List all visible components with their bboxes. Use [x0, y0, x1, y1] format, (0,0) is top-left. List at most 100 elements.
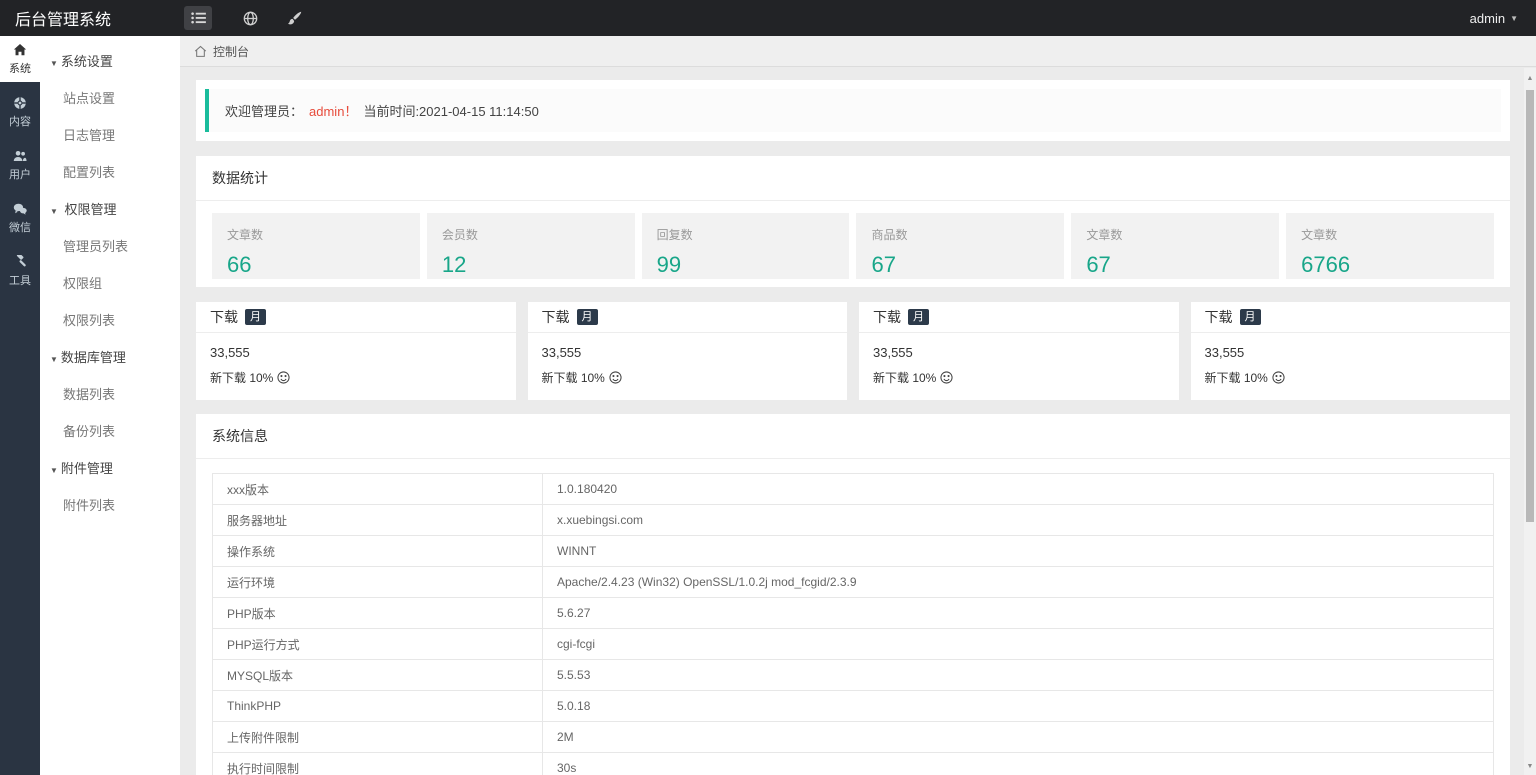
- row-value: 30s: [542, 752, 1494, 775]
- globe-icon: [243, 11, 258, 26]
- stat-card-articles-3: 文章数 6766: [1286, 213, 1494, 279]
- menu-group-label: 权限管理: [64, 202, 117, 217]
- breadcrumb-label[interactable]: 控制台: [213, 43, 249, 60]
- download-value: 33,555: [541, 345, 582, 360]
- menu-group-attachments[interactable]: ▼ 附件管理: [40, 449, 180, 486]
- month-badge[interactable]: 月: [576, 308, 598, 326]
- stat-label: 文章数: [1086, 228, 1123, 242]
- row-label: 上传附件限制: [212, 721, 543, 753]
- brush-button[interactable]: [272, 6, 316, 30]
- scroll-up-icon[interactable]: ▲: [1524, 71, 1536, 85]
- stat-value: 12: [441, 252, 467, 277]
- download-card: 下载 月 33,555 新下载 10%: [859, 302, 1179, 400]
- caret-down-icon: ▼: [50, 207, 58, 216]
- stat-label: 文章数: [227, 228, 264, 242]
- download-card: 下载 月 33,555 新下载 10%: [196, 302, 516, 400]
- sysinfo-table: xxx版本 1.0.180420 服务器地址 x.xuebingsi.com 操作系…: [212, 473, 1494, 775]
- stat-card-replies: 回复数 99: [641, 213, 850, 279]
- wechat-icon: [13, 202, 27, 216]
- menu-item-attachment-list[interactable]: 附件列表: [40, 486, 180, 523]
- download-card: 下载 月 33,555 新下载 10%: [527, 302, 847, 400]
- menu-group-label: 附件管理: [60, 461, 113, 476]
- topbar: 后台管理系统 admin ▼: [0, 0, 1536, 36]
- row-value: 5.5.53: [542, 659, 1494, 691]
- submenu: ▼ 系统设置 站点设置 日志管理 配置列表 ▼ 权限管理 管理员列表 权限组 权限…: [40, 36, 180, 775]
- stat-label: 回复数: [656, 228, 693, 242]
- tools-icon: [13, 254, 27, 269]
- caret-down-icon: ▼: [1510, 13, 1518, 23]
- menu-item-data-list[interactable]: 数据列表: [40, 375, 180, 412]
- menu-group-permissions[interactable]: ▼ 权限管理: [40, 190, 180, 227]
- row-label: 运行环境: [212, 566, 543, 598]
- row-value: Apache/2.4.23 (Win32) OpenSSL/1.0.2j mod…: [542, 566, 1494, 598]
- menu-group-database[interactable]: ▼ 数据库管理: [40, 338, 180, 375]
- menu-item-permission-list[interactable]: 权限列表: [40, 301, 180, 338]
- table-row: ThinkPHP 5.0.18: [212, 690, 1494, 722]
- caret-down-icon: ▼: [50, 59, 58, 68]
- sidebar-item-content[interactable]: 内容: [0, 89, 40, 135]
- smiley-icon: [609, 371, 622, 384]
- menu-item-admin-list[interactable]: 管理员列表: [40, 227, 180, 264]
- sidebar-item-label: 工具: [9, 274, 31, 287]
- download-title: 下载: [873, 309, 901, 325]
- table-row: 服务器地址 x.xuebingsi.com: [212, 504, 1494, 536]
- row-value: cgi-fcgi: [542, 628, 1494, 660]
- table-row: 上传附件限制 2M: [212, 721, 1494, 753]
- sidebar-item-tools[interactable]: 工具: [0, 248, 40, 294]
- welcome-alert: 欢迎管理员： admin！ 当前时间:2021-04-15 11:14:50: [205, 89, 1501, 132]
- download-title: 下载: [210, 309, 238, 325]
- row-value: 1.0.180420: [542, 473, 1494, 505]
- sidebar-item-label: 微信: [9, 221, 31, 234]
- stat-card-articles: 文章数 66: [212, 213, 420, 279]
- download-card: 下载 月 33,555 新下载 10%: [1190, 302, 1510, 400]
- row-value: 2M: [542, 721, 1494, 753]
- download-title: 下载: [541, 309, 570, 325]
- row-label: xxx版本: [212, 473, 543, 505]
- row-value: x.xuebingsi.com: [542, 504, 1494, 536]
- sidebar-item-users[interactable]: 用户: [0, 142, 40, 188]
- scroll-thumb[interactable]: [1526, 90, 1534, 522]
- welcome-prefix: 欢迎管理员：: [225, 104, 304, 119]
- download-subtext: 新下载 10%: [1204, 371, 1268, 385]
- download-value: 33,555: [1204, 345, 1245, 360]
- menu-group-system-settings[interactable]: ▼ 系统设置: [40, 42, 180, 79]
- stat-card-products: 商品数 67: [856, 213, 1065, 279]
- user-menu[interactable]: admin ▼: [1470, 11, 1536, 26]
- menu-toggle-button[interactable]: [184, 6, 212, 30]
- caret-down-icon: ▼: [50, 466, 58, 475]
- scrollbar[interactable]: ▲ ▼: [1524, 68, 1536, 775]
- content-icon: [13, 96, 27, 110]
- menu-item-site-settings[interactable]: 站点设置: [40, 79, 180, 116]
- month-badge[interactable]: 月: [245, 308, 266, 326]
- stat-card-articles-2: 文章数 67: [1071, 213, 1280, 279]
- stat-label: 会员数: [441, 228, 478, 242]
- sidebar-item-system[interactable]: 系统: [0, 36, 40, 82]
- breadcrumb: 控制台: [180, 36, 1536, 67]
- month-badge[interactable]: 月: [908, 308, 929, 326]
- menu-item-permission-group[interactable]: 权限组: [40, 264, 180, 301]
- welcome-panel: 欢迎管理员： admin！ 当前时间:2021-04-15 11:14:50: [196, 80, 1510, 141]
- menu-item-log-management[interactable]: 日志管理: [40, 116, 180, 153]
- month-badge[interactable]: 月: [1239, 308, 1261, 326]
- stat-card-members: 会员数 12: [426, 213, 635, 279]
- globe-button[interactable]: [228, 6, 272, 30]
- row-value: WINNT: [542, 535, 1494, 567]
- menu-list-icon: [190, 12, 206, 24]
- stat-label: 文章数: [1301, 228, 1338, 242]
- download-value: 33,555: [873, 345, 913, 360]
- stats-panel: 数据统计 文章数 66 会员数 12 回复数 99 商品数 67 文章数 67 …: [196, 156, 1510, 287]
- menu-item-backup-list[interactable]: 备份列表: [40, 412, 180, 449]
- table-row: 运行环境 Apache/2.4.23 (Win32) OpenSSL/1.0.2j…: [212, 566, 1494, 598]
- menu-group-label: 系统设置: [60, 54, 113, 69]
- scroll-down-icon[interactable]: ▼: [1524, 759, 1536, 773]
- current-time: 当前时间:2021-04-15 11:14:50: [363, 104, 539, 119]
- row-label: 执行时间限制: [212, 752, 543, 775]
- menu-item-config-list[interactable]: 配置列表: [40, 153, 180, 190]
- brush-icon: [287, 11, 302, 26]
- table-row: 操作系统 WINNT: [212, 535, 1494, 567]
- breadcrumb-home-icon: [194, 45, 207, 58]
- sidebar-iconbar: 系统 内容 用户 微信 工具: [0, 36, 40, 775]
- sidebar-item-wechat[interactable]: 微信: [0, 195, 40, 241]
- row-label: PHP运行方式: [212, 628, 543, 660]
- download-title: 下载: [1204, 309, 1233, 325]
